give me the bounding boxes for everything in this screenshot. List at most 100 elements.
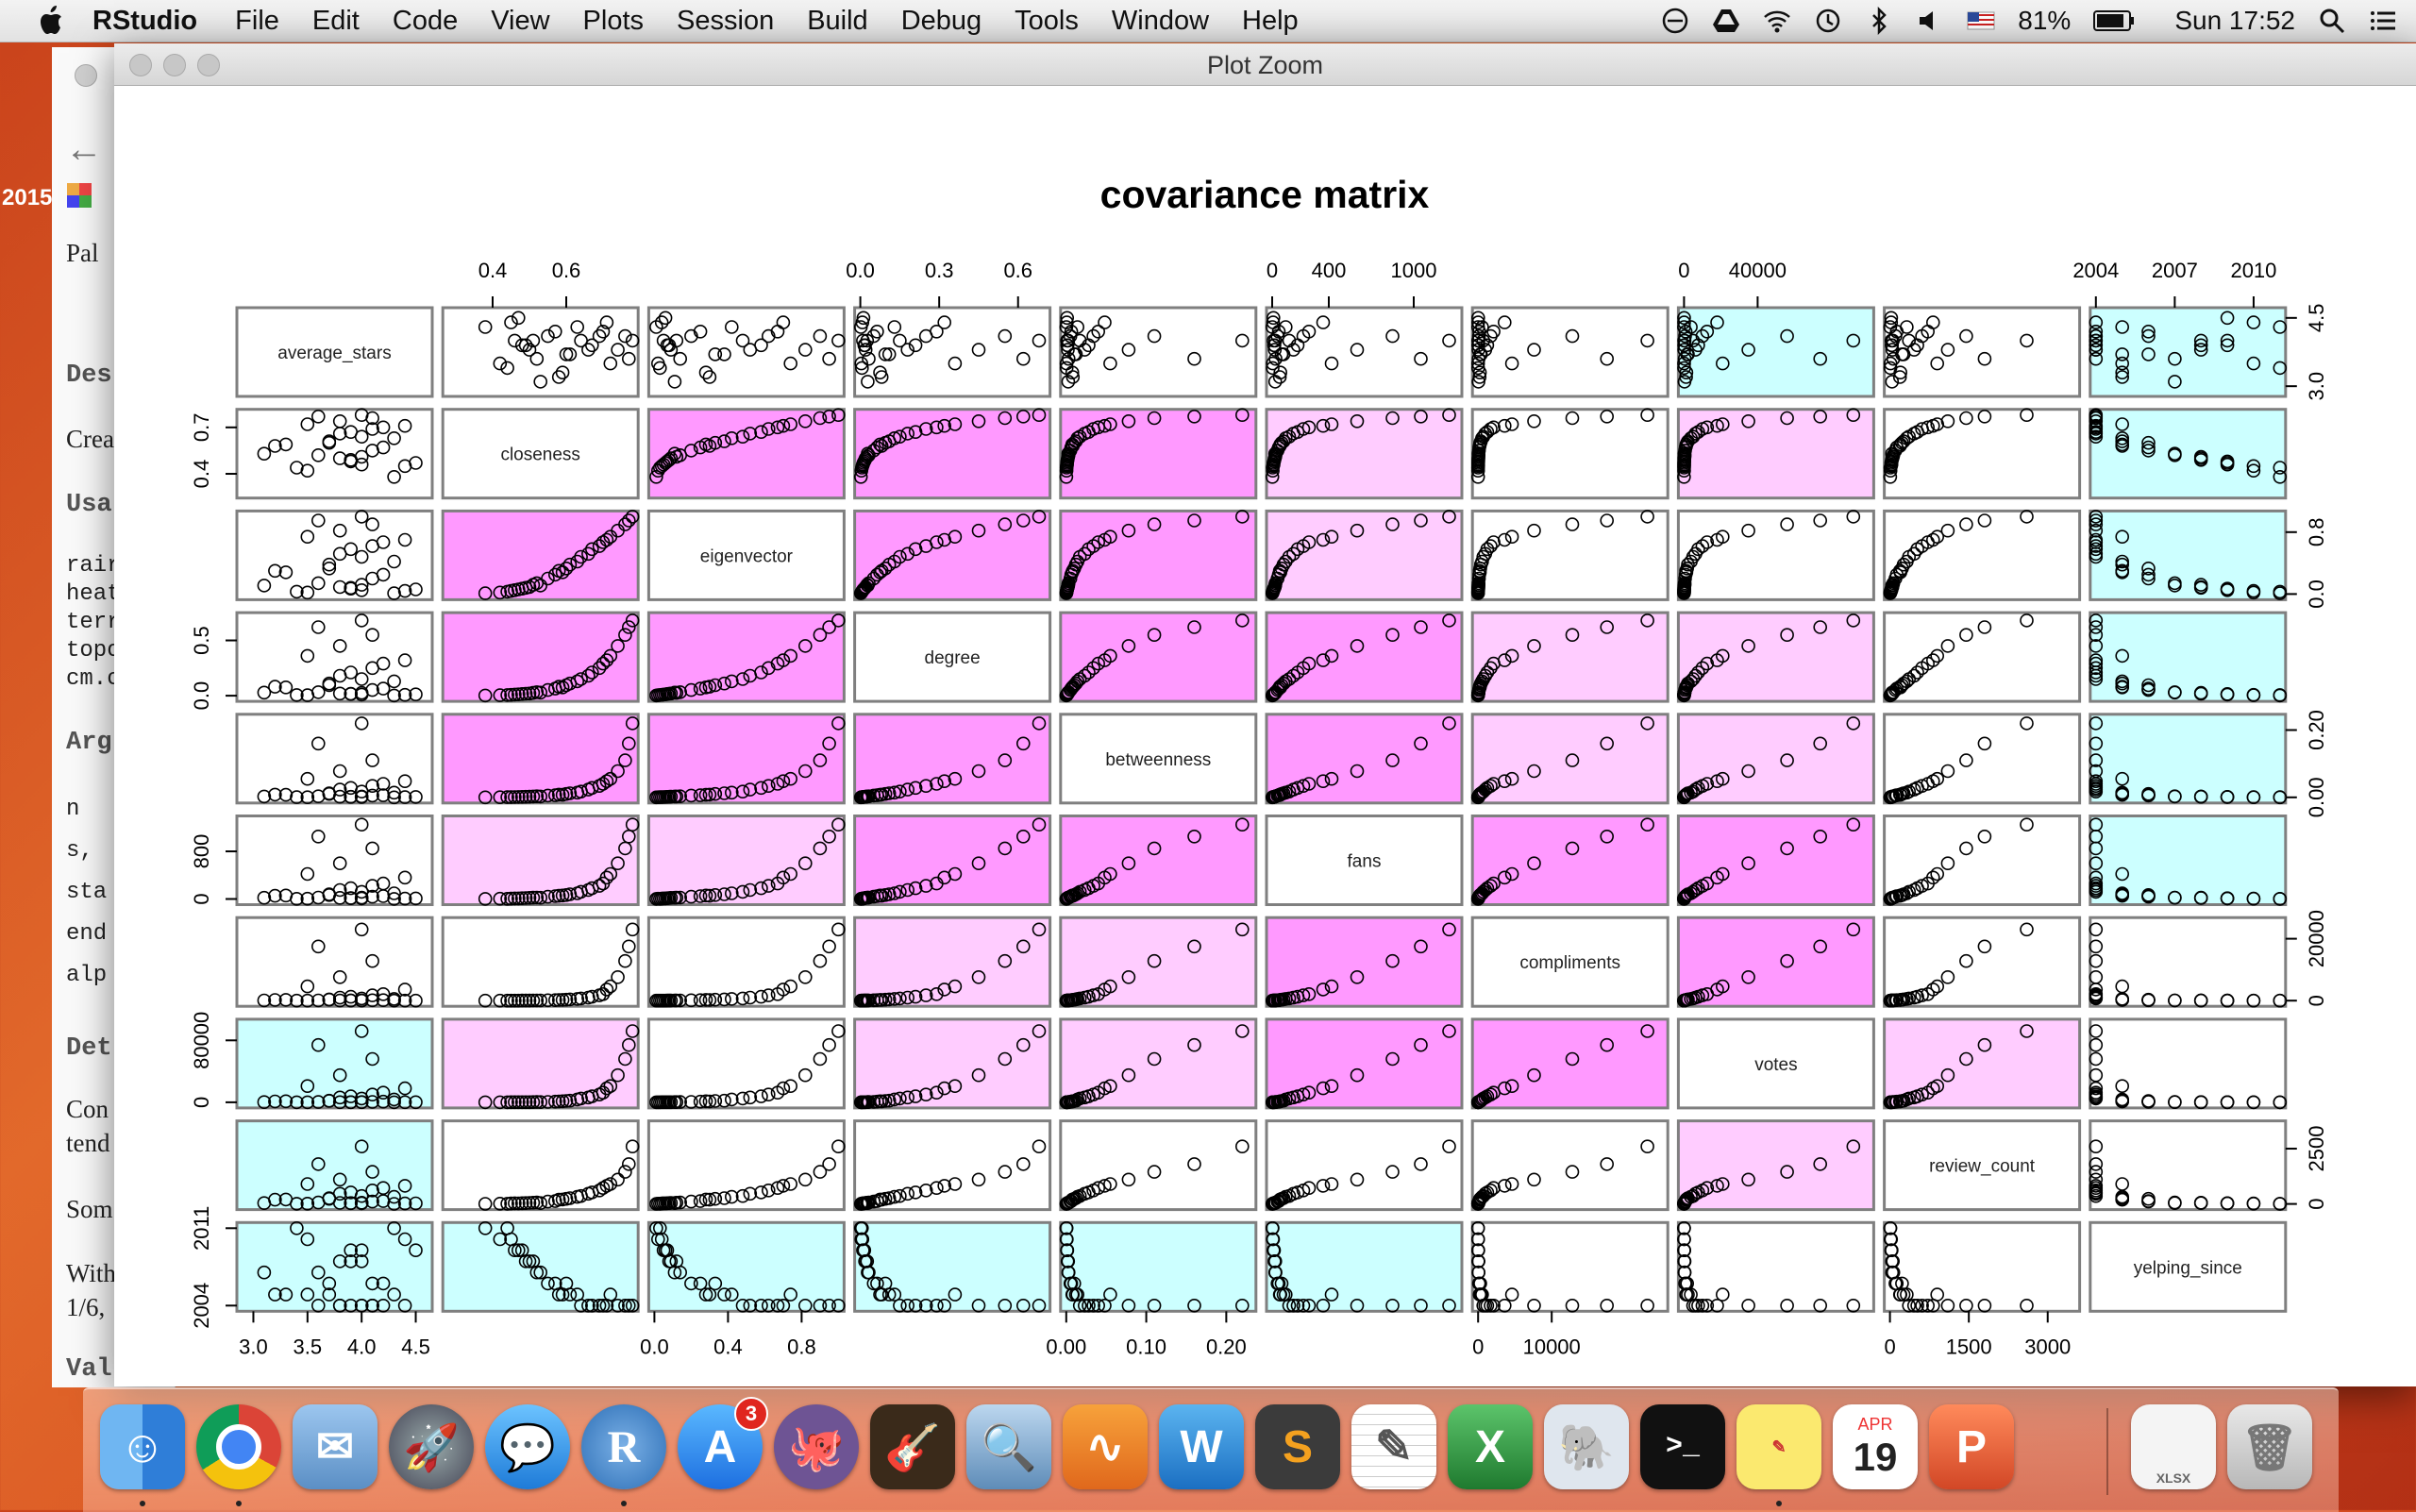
panel-r6-c8 [1883, 916, 2082, 1008]
tick-label: 2011 [190, 1206, 213, 1251]
google-drive-icon[interactable] [1712, 7, 1740, 35]
terminal-icon[interactable]: >_ [1640, 1404, 1725, 1489]
panel-r9-c5 [1265, 1220, 1464, 1313]
app-store-icon[interactable]: A3 [678, 1397, 768, 1489]
panel-r0-c1 [441, 306, 640, 398]
panel-r1-c5 [1265, 408, 1464, 500]
calendar-icon[interactable]: APR 19 [1833, 1404, 1918, 1489]
panel-r1-c9 [2089, 408, 2288, 500]
menu-code[interactable]: Code [393, 6, 458, 37]
volume-icon[interactable] [1916, 7, 1944, 35]
tick-label: 3.0 [2305, 372, 2328, 401]
panel-r3-c6 [1470, 611, 1669, 703]
panel-r0-c5 [1265, 306, 1464, 398]
variable-label: betweenness [1105, 750, 1211, 770]
help-text-line: Con [66, 1095, 109, 1123]
messages-icon[interactable]: 💬 [485, 1404, 570, 1489]
finder-icon[interactable]: ☺ [100, 1404, 185, 1489]
trash-icon[interactable]: 🗑 [2227, 1404, 2312, 1489]
panel-r3-c5 [1265, 611, 1464, 703]
panel-r0-c8 [1883, 306, 2082, 398]
panel-r5-c7 [1676, 815, 1875, 906]
clock[interactable]: Sun 17:52 [2174, 6, 2295, 36]
tick-label: 0.00 [1046, 1335, 1086, 1358]
title-bar[interactable]: Plot Zoom [114, 43, 2416, 86]
tick-label: 0.8 [787, 1335, 816, 1358]
panel-r0-c6 [1470, 306, 1669, 398]
window-close-button[interactable] [75, 64, 97, 87]
tick-label: 2500 [2305, 1126, 2328, 1172]
menu-help[interactable]: Help [1242, 6, 1299, 37]
help-text-line: With [66, 1259, 116, 1287]
garageband-icon[interactable]: 🎸 [870, 1404, 955, 1489]
bluetooth-icon[interactable] [1865, 7, 1893, 35]
tick-label: 0.6 [552, 259, 581, 282]
xlsx-file-icon[interactable]: XLSX [2131, 1404, 2216, 1489]
tick-label: 2004 [2072, 259, 2119, 282]
app-store-badge: 3 [734, 1397, 768, 1431]
help-text-line: Des [66, 361, 112, 390]
tick-label: 0 [2305, 995, 2328, 1006]
back-arrow-icon[interactable]: ← [65, 128, 103, 171]
variable-label: average_stars [277, 344, 391, 363]
menu-window[interactable]: Window [1112, 6, 1209, 37]
tick-label: 0.6 [1003, 259, 1032, 282]
menu-build[interactable]: Build [807, 6, 868, 37]
menu-edit[interactable]: Edit [312, 6, 360, 37]
tick-label: 0 [2305, 1198, 2328, 1209]
menu-session[interactable]: Session [677, 6, 774, 37]
tick-label: 3.5 [294, 1335, 323, 1358]
postgresql-icon[interactable]: 🐘 [1544, 1404, 1629, 1489]
notification-center-icon[interactable] [2369, 7, 2397, 35]
menu-debug[interactable]: Debug [901, 6, 982, 37]
panel-r2-c8 [1883, 509, 2082, 601]
word-icon[interactable]: W [1159, 1404, 1244, 1489]
help-text-line: Som [66, 1195, 113, 1223]
tick-label: 4.5 [401, 1335, 430, 1358]
variable-label: closeness [500, 445, 580, 465]
image-capture-icon[interactable]: 🔍 [966, 1404, 1051, 1489]
tick-label: 0.5 [190, 626, 213, 655]
tick-label: 400 [1312, 259, 1347, 282]
time-machine-icon[interactable] [1814, 7, 1842, 35]
stickies-icon[interactable]: ✎ [1736, 1404, 1821, 1489]
tick-label: 0.4 [190, 460, 213, 489]
do-not-disturb-icon[interactable] [1661, 7, 1689, 35]
wifi-icon[interactable] [1763, 7, 1791, 35]
spotlight-search-icon[interactable] [2318, 7, 2346, 35]
textedit-icon[interactable]: ✎ [1351, 1404, 1436, 1489]
powerpoint-icon[interactable]: P [1929, 1404, 2014, 1489]
menu-plots[interactable]: Plots [583, 6, 644, 37]
battery-icon[interactable] [2093, 8, 2135, 33]
tick-label: 0 [190, 1097, 213, 1108]
app-name-menu[interactable]: RStudio [92, 6, 197, 37]
menu-view[interactable]: View [491, 6, 549, 37]
help-text-line: s, [66, 838, 93, 864]
github-icon[interactable]: 🐙 [774, 1404, 859, 1489]
help-text-line: topo [66, 638, 121, 664]
excel-icon[interactable]: X [1448, 1404, 1533, 1489]
chrome-icon[interactable] [196, 1404, 281, 1489]
tick-label: 0 [1472, 1335, 1484, 1358]
help-text-line: sta [66, 880, 108, 905]
menu-tools[interactable]: Tools [1015, 6, 1079, 37]
rstudio-icon[interactable]: R [581, 1404, 666, 1489]
launchpad-icon[interactable]: 🚀 [389, 1404, 474, 1489]
panel-r5-c8 [1883, 815, 2082, 906]
tick-label: 0.10 [1126, 1335, 1166, 1358]
apple-menu-icon[interactable] [36, 5, 64, 37]
sublime-text-icon[interactable]: S [1255, 1404, 1340, 1489]
panel-r0-c2 [646, 306, 846, 398]
tick-label: 0 [190, 893, 213, 904]
octave-icon[interactable]: ∿ [1063, 1404, 1148, 1489]
tick-label: 1000 [1391, 259, 1437, 282]
preview-photo-icon[interactable]: ✉ [293, 1404, 378, 1489]
panel-r4-c6 [1470, 713, 1669, 805]
battery-percent[interactable]: 81% [2018, 6, 2071, 36]
help-text-line: terr [66, 610, 121, 635]
variable-label: review_count [1929, 1157, 2036, 1177]
menu-file[interactable]: File [235, 6, 279, 37]
us-flag-icon[interactable] [1967, 7, 1995, 35]
apps-grid-icon[interactable] [67, 183, 92, 208]
panel-r2-c1 [441, 509, 640, 601]
